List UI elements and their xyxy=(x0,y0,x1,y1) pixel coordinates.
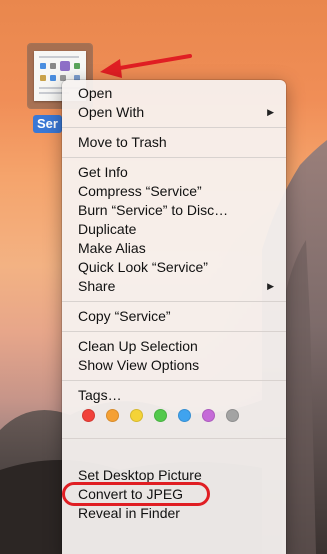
menu-item-share[interactable]: Share ▶ xyxy=(62,277,286,296)
menu-separator xyxy=(62,127,286,128)
menu-item-label: Tags… xyxy=(78,387,122,403)
submenu-arrow-icon: ▶ xyxy=(267,107,274,117)
tag-blue-dot[interactable] xyxy=(178,409,191,422)
menu-item-make-alias[interactable]: Make Alias xyxy=(62,239,286,258)
file-name-label[interactable]: Ser xyxy=(33,115,62,133)
menu-separator xyxy=(62,157,286,158)
menu-item-label: Open xyxy=(78,85,113,101)
menu-item-open-with[interactable]: Open With ▶ xyxy=(62,103,286,122)
menu-item-label: Open With xyxy=(78,104,145,120)
menu-item-move-to-trash[interactable]: Move to Trash xyxy=(62,133,286,152)
menu-item-label: Get Info xyxy=(78,164,128,180)
menu-separator xyxy=(62,301,286,302)
menu-item-set-desktop-picture[interactable]: Set Desktop Picture xyxy=(62,466,286,485)
menu-separator xyxy=(62,331,286,332)
menu-item-reveal-in-finder[interactable]: Reveal in Finder xyxy=(62,504,286,523)
menu-separator xyxy=(62,380,286,381)
menu-item-label: Show View Options xyxy=(78,357,200,373)
menu-item-get-info[interactable]: Get Info xyxy=(62,163,286,182)
menu-item-label: Reveal in Finder xyxy=(78,505,180,521)
menu-item-label: Copy “Service” xyxy=(78,308,171,324)
menu-item-label: Make Alias xyxy=(78,240,146,256)
tag-color-row xyxy=(82,409,272,425)
tag-red-dot[interactable] xyxy=(82,409,95,422)
menu-item-show-view-options[interactable]: Show View Options xyxy=(62,356,286,375)
menu-item-label: Quick Look “Service” xyxy=(78,259,208,275)
menu-item-clean-up-selection[interactable]: Clean Up Selection xyxy=(62,337,286,356)
tag-yellow-dot[interactable] xyxy=(130,409,143,422)
menu-item-open[interactable]: Open xyxy=(62,84,286,103)
menu-item-convert-to-jpeg[interactable]: Convert to JPEG xyxy=(62,485,286,504)
red-arrow-annotation xyxy=(100,54,192,78)
tag-purple-dot[interactable] xyxy=(202,409,215,422)
tag-green-dot[interactable] xyxy=(154,409,167,422)
menu-item-label: Convert to JPEG xyxy=(78,486,184,502)
menu-item-duplicate[interactable]: Duplicate xyxy=(62,220,286,239)
menu-item-label: Compress “Service” xyxy=(78,183,202,199)
menu-item-label: Duplicate xyxy=(78,221,137,237)
menu-item-label: Burn “Service” to Disc… xyxy=(78,202,229,218)
menu-item-compress-service[interactable]: Compress “Service” xyxy=(62,182,286,201)
tag-orange-dot[interactable] xyxy=(106,409,119,422)
menu-separator xyxy=(62,438,286,439)
context-menu: Open Open With ▶ Move to Trash Get Info Compr… xyxy=(62,80,286,554)
menu-item-label: Clean Up Selection xyxy=(78,338,198,354)
menu-item-label: Set Desktop Picture xyxy=(78,467,202,483)
tag-gray-dot[interactable] xyxy=(226,409,239,422)
submenu-arrow-icon: ▶ xyxy=(267,281,274,291)
menu-item-quick-look-service[interactable]: Quick Look “Service” xyxy=(62,258,286,277)
desktop: Ser Open Open With ▶ Move to Trash Get Info C… xyxy=(0,0,327,554)
menu-item-copy-service[interactable]: Copy “Service” xyxy=(62,307,286,326)
menu-item-tags[interactable]: Tags… xyxy=(62,386,286,405)
menu-item-burn-service-to-disc[interactable]: Burn “Service” to Disc… xyxy=(62,201,286,220)
menu-item-label: Share xyxy=(78,278,116,294)
menu-item-label: Move to Trash xyxy=(78,134,167,150)
